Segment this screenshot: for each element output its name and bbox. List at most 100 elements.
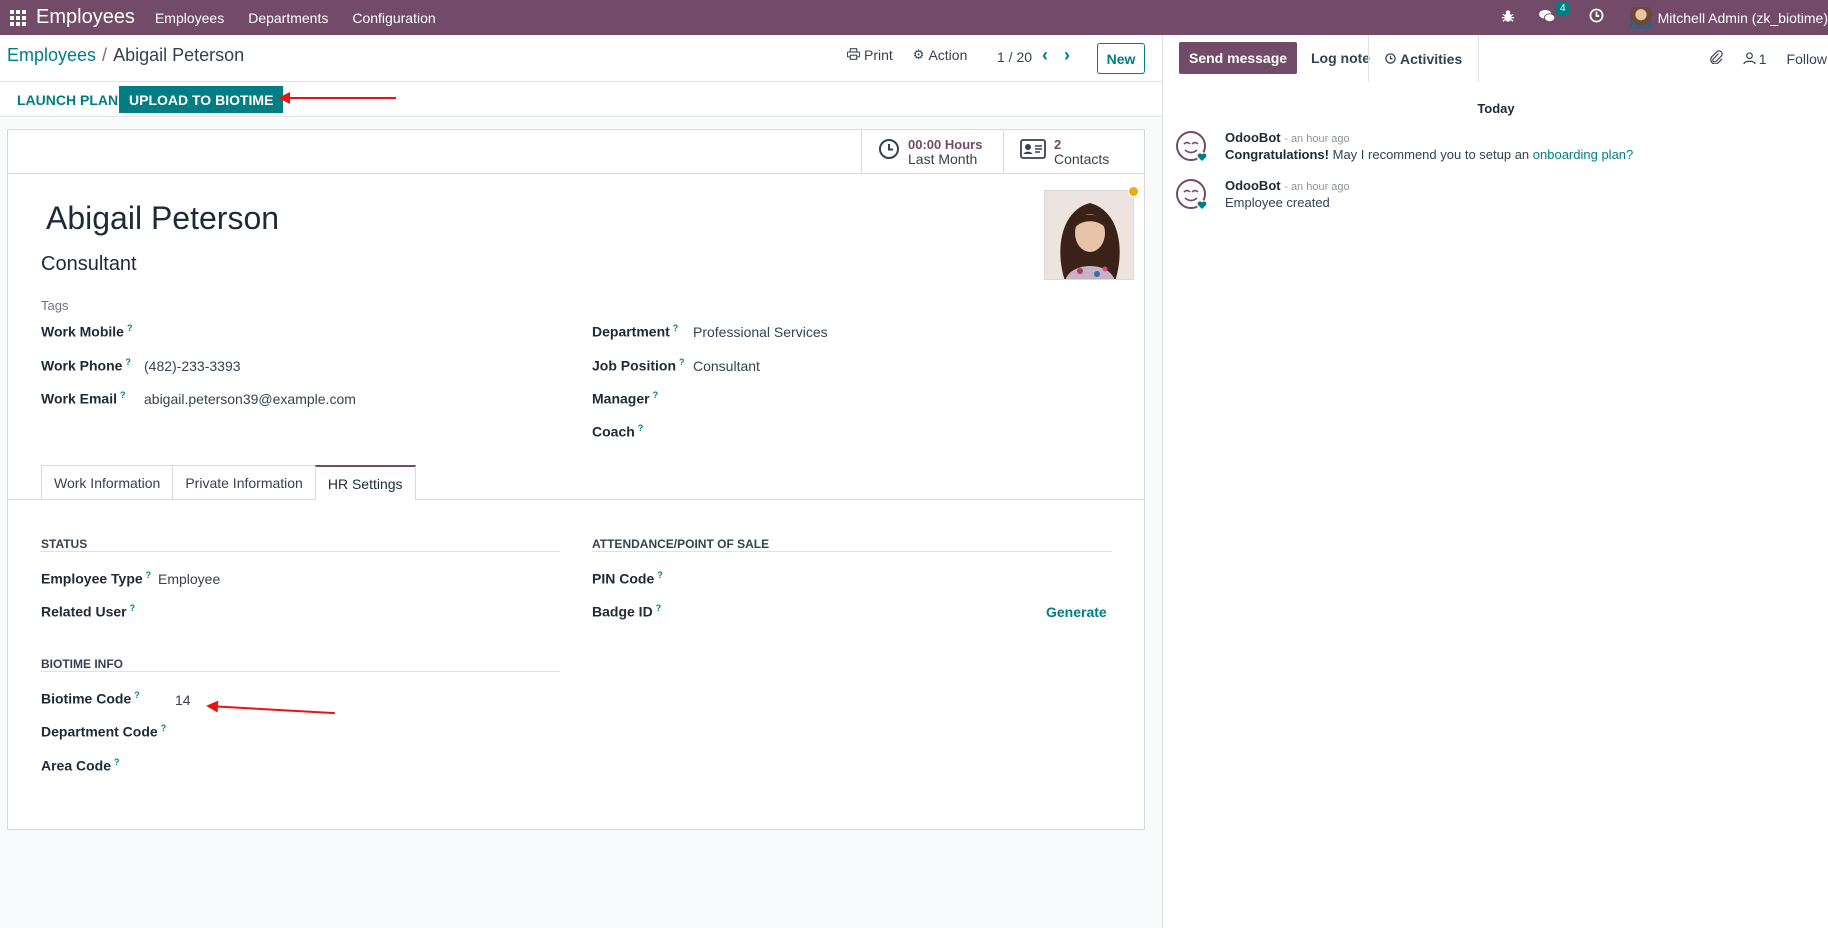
- upload-to-biotime-button[interactable]: UPLOAD TO BIOTIME: [119, 86, 284, 113]
- breadcrumb-employees-link[interactable]: Employees: [7, 45, 96, 65]
- print-label: Print: [864, 47, 893, 63]
- department-label: Department?: [592, 323, 679, 340]
- action-button[interactable]: ⚙ Action: [913, 47, 968, 63]
- send-message-button[interactable]: Send message: [1179, 42, 1298, 74]
- pin-code-label: PIN Code?: [592, 570, 663, 587]
- annotation-arrow-upload: [278, 92, 396, 104]
- status-section-title: STATUS: [41, 537, 88, 551]
- hours-label: Last Month: [908, 151, 978, 167]
- apps-menu-icon[interactable]: [0, 0, 36, 35]
- area-code-input[interactable]: [175, 758, 535, 776]
- smart-button-box: 00:00 Hours Last Month 2 Contacts: [8, 130, 1144, 174]
- print-icon: [846, 47, 861, 63]
- odoobot-avatar-icon: [1176, 131, 1207, 162]
- tab-divider: [8, 499, 1144, 500]
- pager-next-icon[interactable]: ›: [1064, 45, 1070, 66]
- generate-badge-link[interactable]: Generate: [1046, 604, 1107, 620]
- biotime-section-rule: [41, 671, 560, 672]
- odoobot-avatar-icon: [1176, 179, 1207, 210]
- messages-icon[interactable]: 4: [1538, 1, 1570, 27]
- work-email-label: Work Email?: [41, 390, 126, 407]
- menu-employees[interactable]: Employees: [155, 10, 224, 26]
- top-navbar: Employees Employees Departments Configur…: [0, 0, 1828, 35]
- control-panel: Employees / Abigail Peterson Print ⚙ Actio…: [0, 35, 1162, 82]
- clock-icon: [1385, 51, 1396, 67]
- activity-clock-icon[interactable]: [1589, 8, 1604, 27]
- user-icon: [1743, 52, 1756, 65]
- work-phone-label: Work Phone?: [41, 357, 131, 374]
- user-menu[interactable]: Mitchell Admin (zk_biotime): [1658, 10, 1828, 26]
- biotime-code-input[interactable]: 14: [175, 692, 191, 708]
- job-position-input[interactable]: Consultant: [693, 358, 760, 374]
- activities-label: Activities: [1400, 50, 1463, 67]
- attendance-section-rule: [592, 551, 1112, 552]
- user-avatar[interactable]: [1629, 6, 1652, 29]
- pin-code-input[interactable]: [693, 571, 1093, 589]
- chatter-topbar: Send message Log note Activities 1 Follo…: [1163, 35, 1828, 82]
- tab-work-information[interactable]: Work Information: [41, 465, 174, 499]
- form-notebook-tabs: Work Information Private Information HR …: [41, 465, 416, 500]
- area-code-label: Area Code?: [41, 757, 120, 774]
- department-input[interactable]: Professional Services: [693, 324, 828, 340]
- contacts-label: Contacts: [1054, 151, 1110, 167]
- paperclip-icon[interactable]: [1709, 50, 1723, 67]
- contact-card-icon: [1020, 139, 1046, 165]
- employee-form-sheet: 00:00 Hours Last Month 2 Contacts Abigai…: [7, 129, 1145, 830]
- menu-configuration[interactable]: Configuration: [352, 10, 435, 26]
- related-user-label: Related User?: [41, 603, 136, 620]
- print-button[interactable]: Print: [846, 47, 893, 63]
- employee-name-field[interactable]: Abigail Peterson: [46, 200, 279, 237]
- attendance-section-title: ATTENDANCE/POINT OF SALE: [592, 537, 770, 551]
- breadcrumb-separator: /: [102, 45, 108, 65]
- contacts-count: 2: [1054, 137, 1062, 152]
- tab-private-information[interactable]: Private Information: [172, 465, 316, 499]
- message-body: Employee created: [1225, 195, 1330, 210]
- debug-bug-icon[interactable]: [1501, 9, 1515, 27]
- new-button[interactable]: New: [1097, 43, 1145, 74]
- badge-id-label: Badge ID?: [592, 603, 662, 620]
- message-author[interactable]: OdooBot: [1225, 178, 1281, 193]
- work-phone-input[interactable]: (482)-233-3393: [144, 358, 241, 374]
- job-title-field[interactable]: Consultant: [41, 253, 137, 276]
- employee-type-label: Employee Type?: [41, 570, 152, 587]
- work-email-input[interactable]: abigail.peterson39@example.com: [144, 391, 356, 407]
- launch-plan-button[interactable]: LAUNCH PLAN: [9, 86, 126, 113]
- biotime-code-label: Biotime Code?: [41, 690, 140, 707]
- breadcrumb-current: Abigail Peterson: [113, 45, 245, 65]
- related-user-input[interactable]: [158, 604, 538, 622]
- breadcrumb: Employees / Abigail Peterson: [7, 45, 244, 66]
- message-time: - an hour ago: [1284, 181, 1350, 193]
- activities-button[interactable]: Activities: [1368, 35, 1480, 82]
- status-section-rule: [41, 551, 560, 552]
- gear-icon: ⚙: [912, 47, 925, 62]
- badge-id-input[interactable]: [693, 604, 1033, 622]
- employee-type-select[interactable]: Employee: [158, 571, 220, 587]
- tab-hr-settings[interactable]: HR Settings: [314, 465, 416, 500]
- pager-previous-icon[interactable]: ‹: [1042, 45, 1048, 66]
- hours-smart-button[interactable]: 00:00 Hours Last Month: [861, 130, 1003, 174]
- presence-status-dot: [1128, 186, 1139, 197]
- app-brand[interactable]: Employees: [36, 6, 135, 29]
- follow-button[interactable]: Follow: [1787, 51, 1827, 67]
- department-code-input[interactable]: [175, 724, 535, 742]
- tags-field[interactable]: Tags: [41, 298, 68, 313]
- form-statusbar: LAUNCH PLAN UPLOAD TO BIOTIME: [0, 82, 1162, 117]
- followers-button[interactable]: 1: [1743, 51, 1767, 67]
- message-author[interactable]: OdooBot: [1225, 130, 1281, 145]
- messages-badge: 4: [1556, 1, 1570, 15]
- employee-photo[interactable]: [1044, 190, 1134, 280]
- followers-count: 1: [1758, 50, 1767, 67]
- biotime-section-title: BIOTIME INFO: [41, 657, 123, 671]
- pager-value[interactable]: 1 / 20: [997, 49, 1032, 65]
- chatter-panel: Send message Log note Activities 1 Follo…: [1162, 35, 1828, 928]
- contacts-smart-button[interactable]: 2 Contacts: [1003, 130, 1144, 174]
- manager-label: Manager?: [592, 390, 659, 407]
- menu-departments[interactable]: Departments: [248, 10, 328, 26]
- message-time: - an hour ago: [1284, 133, 1350, 145]
- clock-icon: [878, 138, 900, 166]
- work-mobile-label: Work Mobile?: [41, 323, 133, 340]
- department-code-label: Department Code?: [41, 723, 167, 740]
- job-position-label: Job Position?: [592, 357, 685, 374]
- hours-value: 00:00 Hours: [908, 137, 983, 152]
- onboarding-plan-link[interactable]: onboarding plan?: [1533, 147, 1633, 162]
